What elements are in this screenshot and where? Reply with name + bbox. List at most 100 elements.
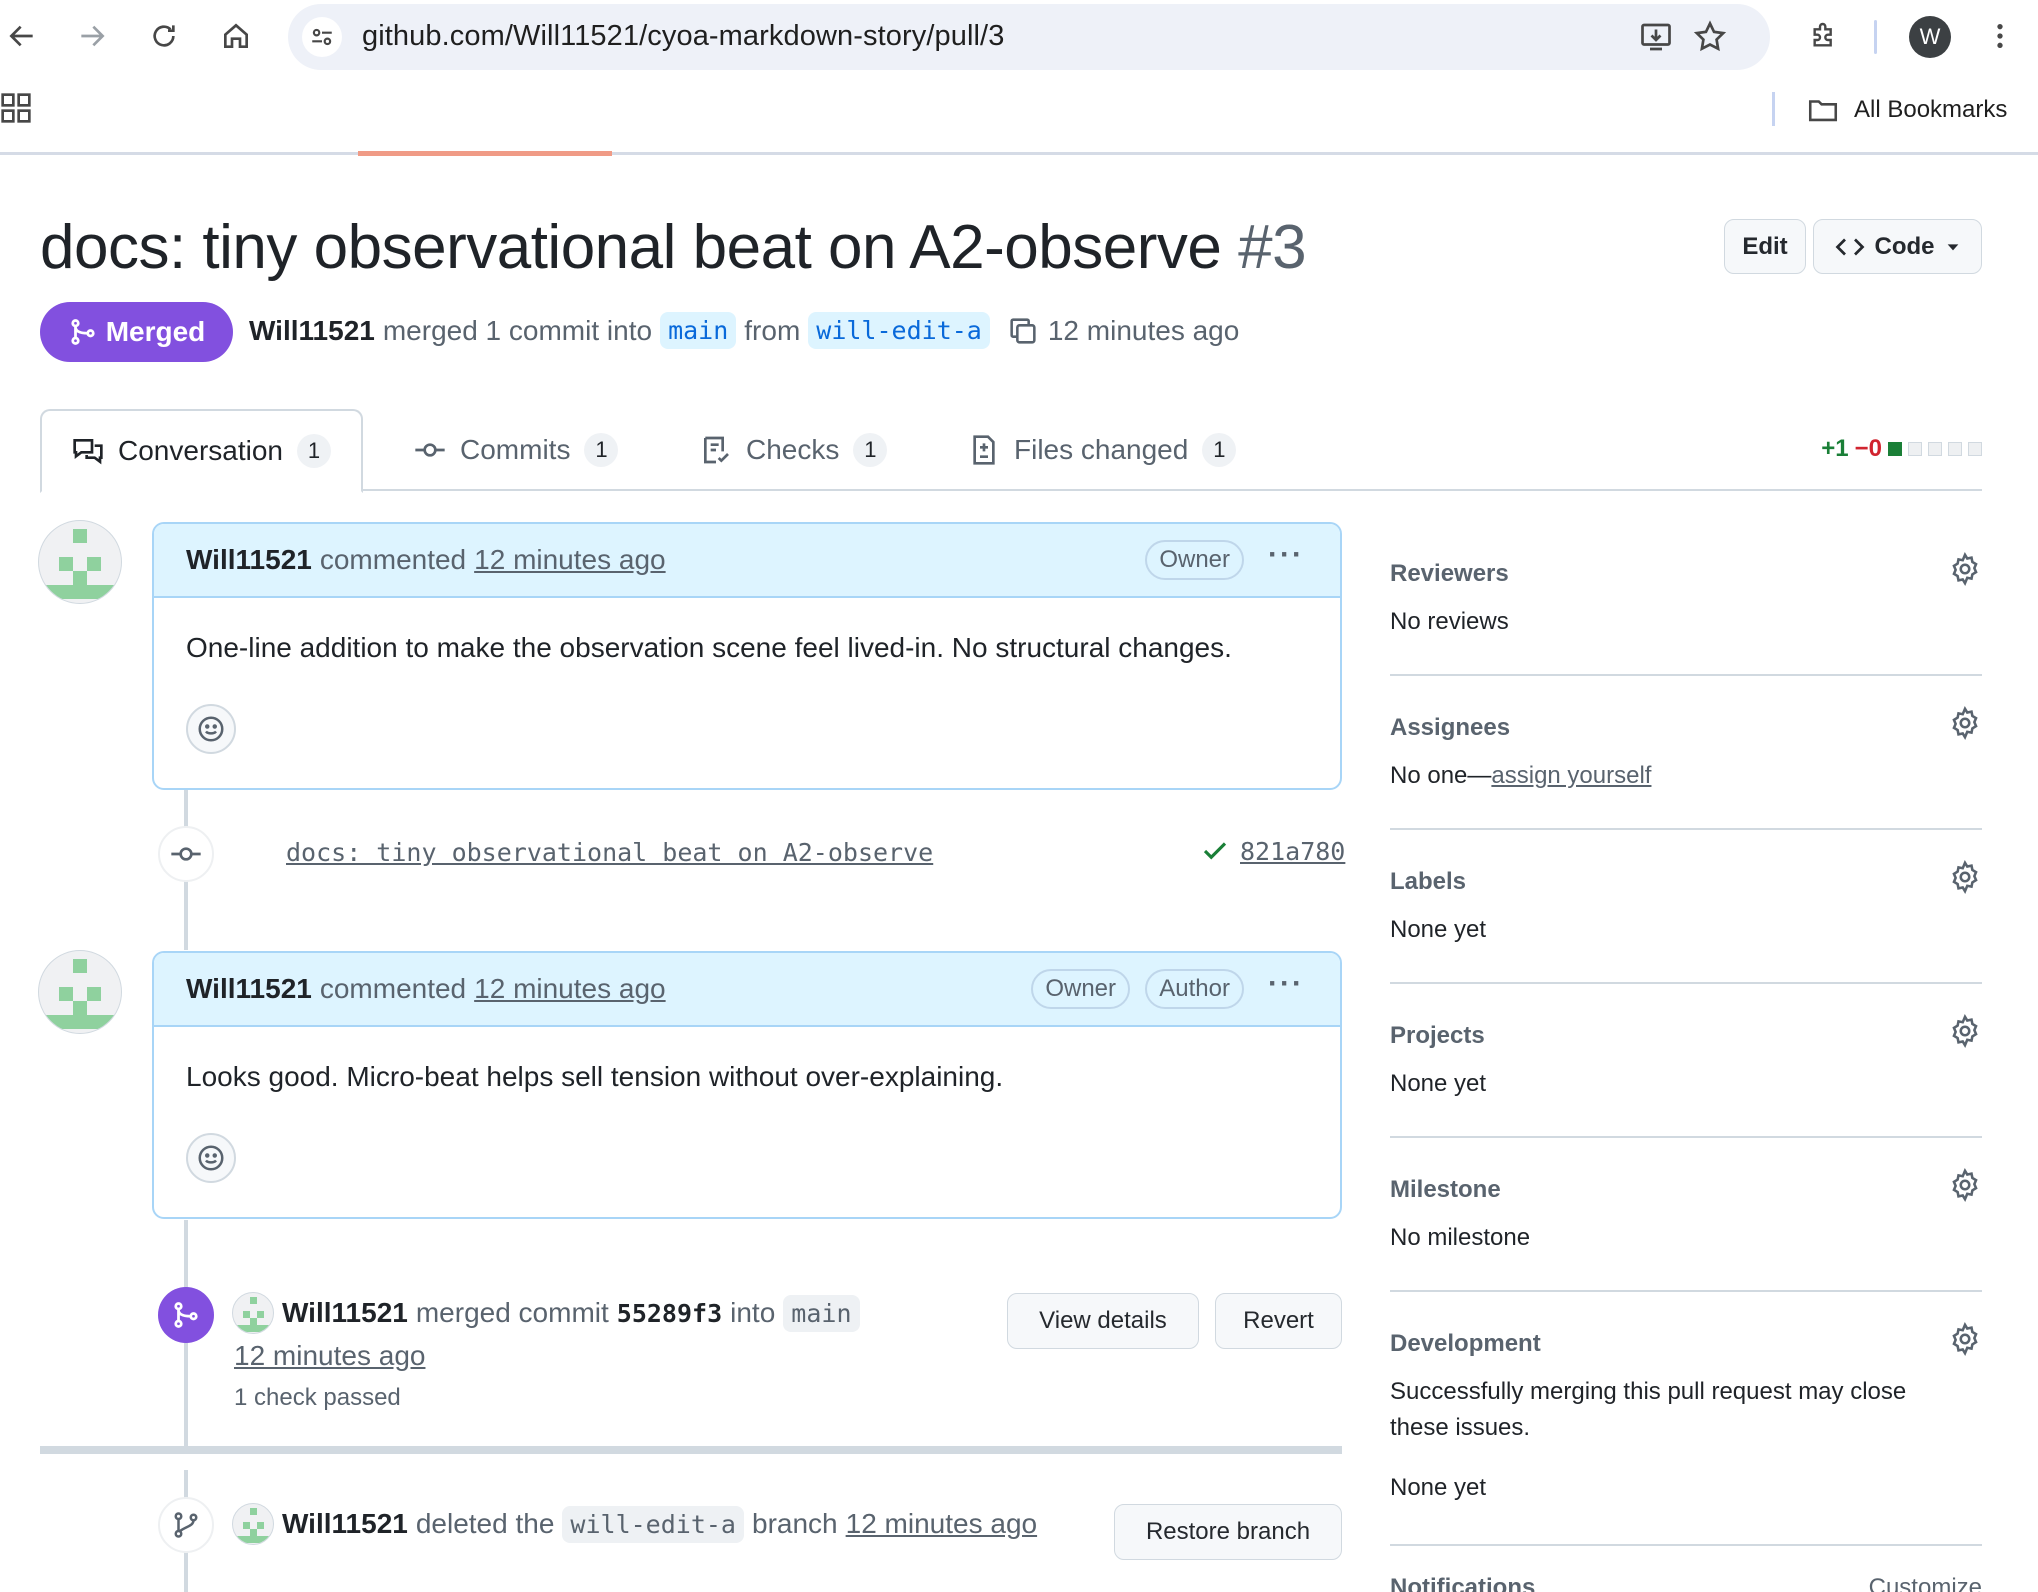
merge-icon [71,319,95,345]
comment-action: commented [319,973,467,1004]
page-load-progress [358,151,612,156]
revert-button[interactable]: Revert [1215,1293,1342,1349]
merge-author[interactable]: Will11521 [282,1297,408,1329]
bookmark-star-icon[interactable] [1692,19,1728,55]
diffstat-block [1928,442,1942,456]
comment-box: Will11521 commented 12 minutes ago Owner… [152,522,1342,790]
merge-time[interactable]: 12 minutes ago [234,1340,425,1372]
kebab-menu-icon[interactable] [1978,14,2022,58]
pr-title: docs: tiny observational beat on A2-obse… [40,212,1307,283]
site-info-icon[interactable] [302,17,342,57]
checks-passed-text: 1 check passed [234,1384,401,1411]
profile-avatar[interactable]: W [1909,16,1951,58]
avatar[interactable] [232,1503,274,1545]
extensions-icon[interactable] [1802,14,1846,58]
gear-icon[interactable] [1948,1168,1982,1202]
comment-author[interactable]: Will11521 [186,544,312,576]
owner-badge: Owner [1145,540,1244,580]
view-details-label: View details [1039,1307,1167,1334]
identicon-icon [236,1297,272,1332]
folder-icon [1808,100,1838,122]
apps-grid-icon[interactable] [0,92,32,124]
edit-label: Edit [1742,232,1788,260]
tab-conversation[interactable]: Conversation 1 [40,409,363,493]
avatar[interactable] [232,1292,274,1334]
merge-sha[interactable]: 55289f3 [617,1299,722,1328]
commit-icon [171,847,201,861]
gear-icon[interactable] [1948,1322,1982,1356]
merge-event-badge [158,1287,214,1343]
sidebar-reviewers: Reviewers No reviews [1390,552,1982,676]
edit-button[interactable]: Edit [1724,219,1806,274]
head-branch[interactable]: will-edit-a [808,312,990,349]
timeline-break [40,1446,1342,1454]
all-bookmarks-button[interactable]: All Bookmarks [1806,92,2007,128]
avatar[interactable] [38,950,122,1034]
tab-counter: 1 [853,433,888,467]
commit-sha[interactable]: 821a780 [1240,837,1345,866]
pr-meta: Will11521 merged 1 commit into main from… [249,312,1239,349]
avatar[interactable] [38,520,122,604]
copy-icon[interactable] [1006,314,1040,348]
deleted-time[interactable]: 12 minutes ago [846,1508,1037,1540]
add-reaction-button[interactable] [186,704,236,754]
sidebar-development: Development Successfully merging this pu… [1390,1322,1982,1546]
deleted-text: deleted the [415,1508,555,1539]
diffstat-block [1968,442,1982,456]
pr-number: #3 [1238,213,1307,282]
base-branch[interactable]: main [660,312,737,349]
add-reaction-button[interactable] [186,1133,236,1183]
forward-icon[interactable] [70,14,114,58]
sidebar-assignees: Assignees No one—assign yourself [1390,706,1982,830]
sidebar-labels: Labels None yet [1390,860,1982,984]
tab-commits[interactable]: Commits 1 [414,409,619,491]
comment-author[interactable]: Will11521 [186,973,312,1005]
identicon-icon [236,1508,272,1543]
check-icon[interactable] [1200,836,1230,866]
diffstat-block [1888,442,1902,456]
deleted-author[interactable]: Will11521 [282,1508,408,1540]
sidebar-title: Milestone [1390,1176,1501,1203]
branch-event-node [158,1497,214,1553]
gear-icon[interactable] [1948,1014,1982,1048]
tab-checks[interactable]: Checks 1 [700,409,888,491]
customize-link[interactable]: Customize [1869,1574,1982,1592]
reload-icon[interactable] [142,14,186,58]
development-text: Successfully merging this pull request m… [1390,1378,1907,1441]
gear-icon[interactable] [1948,860,1982,894]
comment-menu-icon[interactable]: ··· [1268,538,1304,572]
comment-time[interactable]: 12 minutes ago [474,544,665,576]
tab-files-changed[interactable]: Files changed 1 [968,409,1237,491]
revert-label: Revert [1243,1307,1314,1334]
comment-menu-icon[interactable]: ··· [1268,967,1304,1001]
sidebar-title: Projects [1390,1022,1485,1049]
restore-branch-button[interactable]: Restore branch [1114,1504,1342,1560]
url-text[interactable]: github.com/Will11521/cyoa-markdown-story… [362,20,1004,53]
sidebar-title: Reviewers [1390,560,1509,587]
comment-time[interactable]: 12 minutes ago [474,973,665,1005]
gear-icon[interactable] [1948,706,1982,740]
view-details-button[interactable]: View details [1007,1293,1199,1349]
sidebar-title: Notifications [1390,1574,1536,1592]
sidebar-value: None yet [1390,1474,1487,1501]
pr-author[interactable]: Will11521 [249,315,375,347]
back-icon[interactable] [0,14,44,58]
address-bar[interactable]: github.com/Will11521/cyoa-markdown-story… [288,4,1770,70]
deleted-branch[interactable]: will-edit-a [562,1505,744,1543]
commit-message-link[interactable]: docs: tiny observational beat on A2-obse… [286,838,933,867]
assignees-none: No one— [1390,762,1492,789]
merge-branch[interactable]: main [783,1294,860,1332]
install-app-icon[interactable] [1638,19,1674,55]
code-button[interactable]: Code [1813,219,1982,274]
home-icon[interactable] [214,14,258,58]
sidebar-value: No reviews [1390,608,1509,635]
merged-label: Merged [105,316,206,347]
comment-action: commented [319,544,467,575]
merge-into-text: into [730,1297,776,1328]
branch-deleted-event: Will11521 deleted the will-edit-a branch… [232,1503,1037,1545]
smiley-icon [198,1145,224,1171]
author-badge: Author [1145,969,1244,1009]
deletions-count: −0 [1854,435,1882,462]
gear-icon[interactable] [1948,552,1982,586]
assign-yourself-link[interactable]: assign yourself [1491,762,1651,789]
